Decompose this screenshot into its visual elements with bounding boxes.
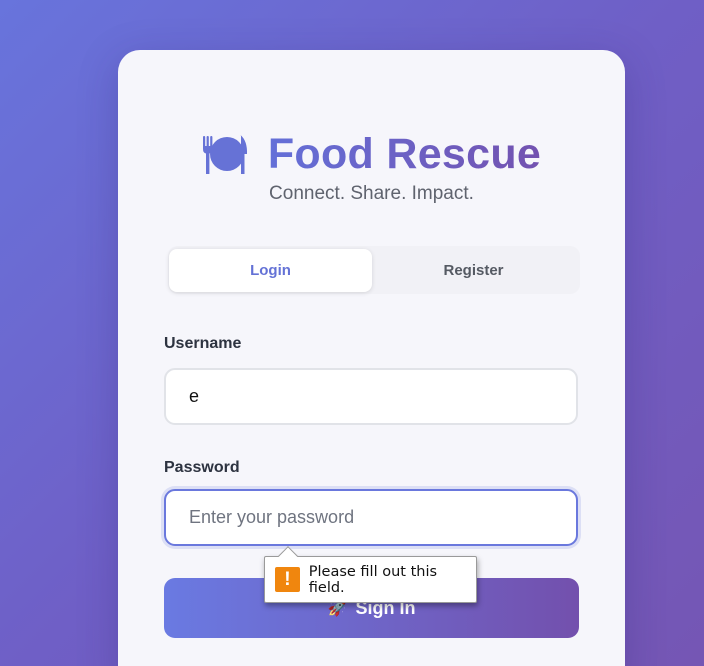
tab-login[interactable]: Login [169,249,372,292]
brand-header: Food Rescue [118,128,625,180]
tagline: Connect. Share. Impact. [269,183,474,204]
validation-tooltip: ! Please fill out this field. [264,546,477,603]
auth-tabs: Login Register [168,246,580,294]
validation-message: Please fill out this field. [308,563,438,596]
username-input[interactable] [164,368,578,425]
password-input[interactable] [164,489,578,546]
plate-utensils-icon [202,135,247,174]
tab-register[interactable]: Register [372,249,575,292]
warning-icon: ! [275,567,300,592]
app-title: Food Rescue [267,130,542,178]
password-label: Password [164,459,240,476]
username-label: Username [164,335,242,352]
